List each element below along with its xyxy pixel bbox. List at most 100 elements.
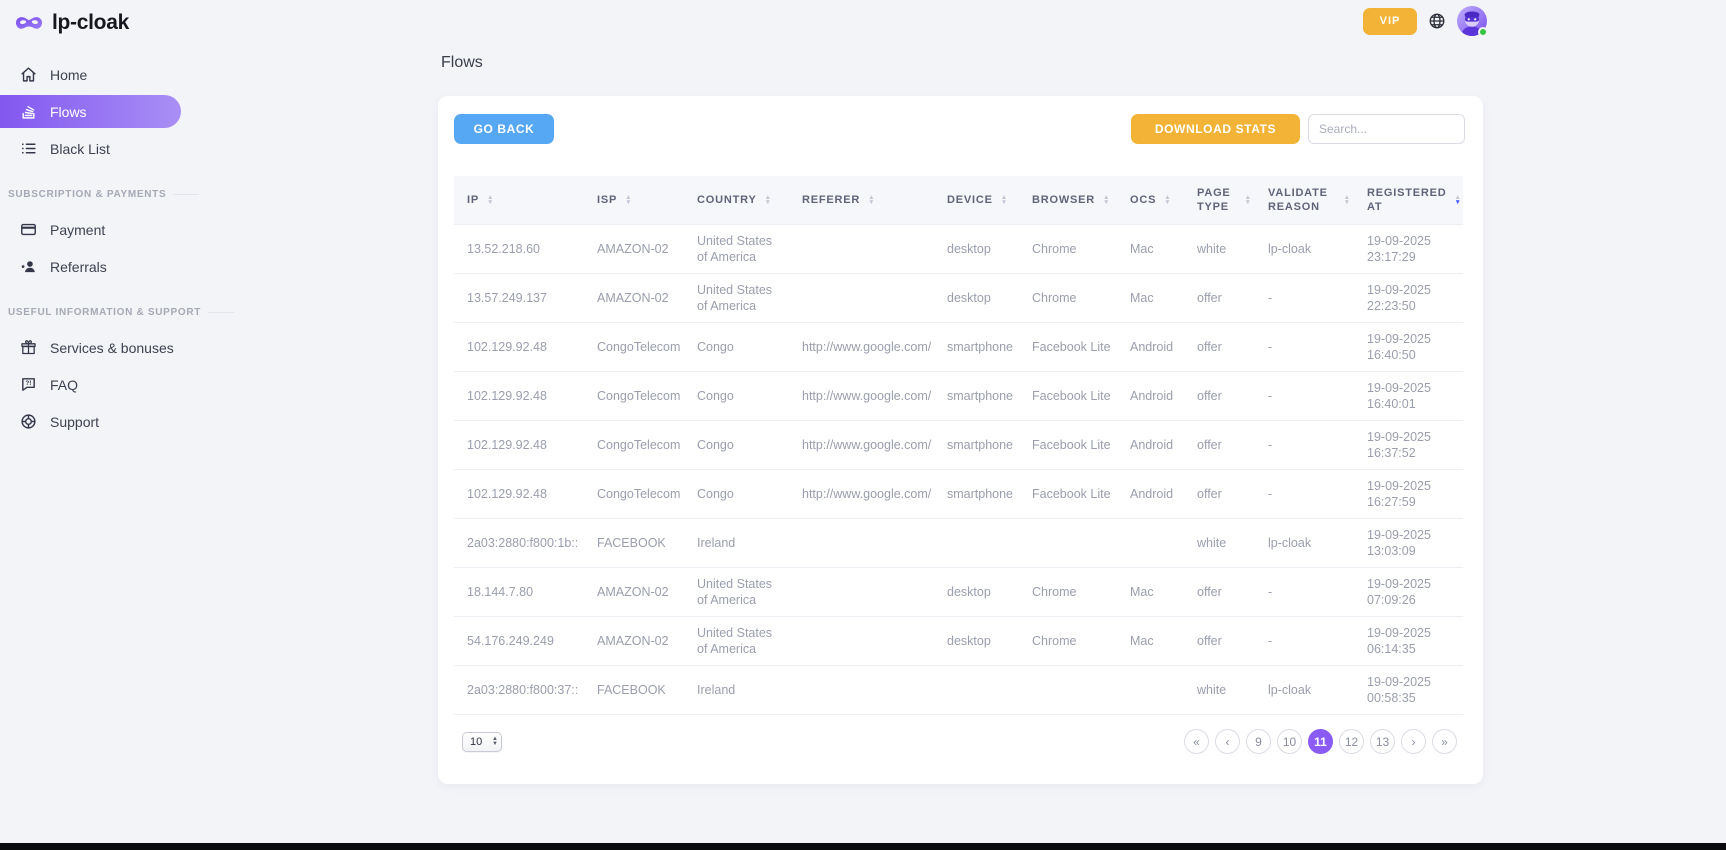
cell: United States of America <box>684 567 789 616</box>
sidebar-item-black-list[interactable]: Black List <box>0 132 205 165</box>
column-header-country[interactable]: COUNTRY▲▼ <box>684 176 789 224</box>
cell: smartphone <box>934 469 1019 518</box>
vip-button[interactable]: VIP <box>1363 8 1417 35</box>
column-header-referer[interactable]: REFERER▲▼ <box>789 176 934 224</box>
faq-icon: ?! <box>19 376 37 394</box>
next-page-button[interactable]: › <box>1401 729 1426 754</box>
online-status-dot <box>1478 27 1488 37</box>
cell: Chrome <box>1019 616 1117 665</box>
sort-icon[interactable]: ▲▼ <box>1001 195 1007 205</box>
sidebar-item-services-bonuses[interactable]: Services & bonuses <box>0 331 205 364</box>
cell: - <box>1255 567 1354 616</box>
cell: CongoTelecom <box>584 371 684 420</box>
sort-icon[interactable]: ▲▼ <box>1164 195 1170 205</box>
sort-icon[interactable]: ▲▼ <box>1103 195 1109 205</box>
cell: Congo <box>684 469 789 518</box>
globe-icon[interactable] <box>1428 12 1446 30</box>
cell: - <box>1255 420 1354 469</box>
cell: Ireland <box>684 665 789 714</box>
last-page-button[interactable]: » <box>1432 729 1457 754</box>
first-page-button[interactable]: « <box>1184 729 1209 754</box>
column-header-page-type[interactable]: PAGE TYPE ▲▼ <box>1184 176 1255 224</box>
cell <box>789 665 934 714</box>
cell: 19-09-2025 00:58:35 <box>1354 665 1463 714</box>
sidebar-item-flows[interactable]: Flows <box>0 95 181 128</box>
cell: Congo <box>684 420 789 469</box>
column-header-browser[interactable]: BROWSER ▲▼ <box>1019 176 1117 224</box>
page-button-13[interactable]: 13 <box>1370 729 1395 754</box>
per-page-select[interactable]: 10 ▲▼ <box>462 732 502 752</box>
cell: AMAZON-02 <box>584 224 684 273</box>
cell <box>789 224 934 273</box>
section-divider <box>173 194 199 195</box>
column-header-isp[interactable]: ISP▲▼ <box>584 176 684 224</box>
prev-page-button[interactable]: ‹ <box>1215 729 1240 754</box>
cell: United States of America <box>684 273 789 322</box>
cell: 102.129.92.48 <box>454 469 584 518</box>
sidebar-item-home[interactable]: Home <box>0 58 205 91</box>
blacklist-icon <box>19 140 37 158</box>
sort-icon[interactable]: ▲▼ <box>487 195 493 205</box>
cell: Facebook Lite <box>1019 371 1117 420</box>
select-stepper-icon: ▲▼ <box>492 737 498 747</box>
per-page-value: 10 <box>470 736 492 748</box>
page-button-10[interactable]: 10 <box>1277 729 1302 754</box>
cell: Android <box>1117 322 1184 371</box>
page-button-11[interactable]: 11 <box>1308 729 1333 754</box>
sort-icon[interactable]: ▲▼ <box>868 195 874 205</box>
sort-icon[interactable]: ▲▼ <box>625 195 631 205</box>
table-row: 13.57.249.137AMAZON-02United States of A… <box>454 273 1463 322</box>
cell: 19-09-2025 23:17:29 <box>1354 224 1463 273</box>
cell: white <box>1184 518 1255 567</box>
cell: CongoTelecom <box>584 420 684 469</box>
svg-text:?!: ?! <box>25 380 31 387</box>
cell: 19-09-2025 16:40:50 <box>1354 322 1463 371</box>
cell: smartphone <box>934 420 1019 469</box>
cell: 19-09-2025 13:03:09 <box>1354 518 1463 567</box>
cell: Chrome <box>1019 224 1117 273</box>
brand[interactable]: lp-cloak <box>15 11 129 35</box>
cell: 19-09-2025 22:23:50 <box>1354 273 1463 322</box>
cell: 54.176.249.249 <box>454 616 584 665</box>
column-header-device[interactable]: DEVICE ▲▼ <box>934 176 1019 224</box>
column-header-registered-at[interactable]: REGISTERED AT▲▼ <box>1354 176 1463 224</box>
flows-icon <box>19 103 37 121</box>
page-button-9[interactable]: 9 <box>1246 729 1271 754</box>
download-stats-button[interactable]: DOWNLOAD STATS <box>1131 114 1300 144</box>
cell: AMAZON-02 <box>584 273 684 322</box>
cell: Congo <box>684 371 789 420</box>
topbar: VIP <box>1363 5 1487 37</box>
cell: Android <box>1117 420 1184 469</box>
page-button-12[interactable]: 12 <box>1339 729 1364 754</box>
bottom-bar <box>0 843 1726 850</box>
search-input[interactable] <box>1308 114 1465 144</box>
column-header-ip[interactable]: IP▲▼ <box>454 176 584 224</box>
sidebar-item-payment[interactable]: Payment <box>0 213 205 246</box>
cell: - <box>1255 273 1354 322</box>
sort-icon[interactable]: ▲▼ <box>1344 195 1350 205</box>
sort-icon[interactable]: ▲▼ <box>765 195 771 205</box>
column-label: BROWSER <box>1032 193 1095 207</box>
cell: Facebook Lite <box>1019 469 1117 518</box>
sidebar-item-faq[interactable]: ?! FAQ <box>0 368 205 401</box>
go-back-button[interactable]: GO BACK <box>454 114 554 144</box>
column-label: DEVICE <box>947 193 993 207</box>
mask-logo-icon <box>15 15 43 32</box>
cell: 19-09-2025 06:14:35 <box>1354 616 1463 665</box>
cell: offer <box>1184 616 1255 665</box>
sort-icon[interactable]: ▲▼ <box>1455 195 1461 205</box>
avatar[interactable] <box>1457 6 1487 36</box>
cell: United States of America <box>684 616 789 665</box>
column-header-ocs[interactable]: OCS▲▼ <box>1117 176 1184 224</box>
sidebar-item-label: Black List <box>50 141 110 157</box>
cell: lp-cloak <box>1255 518 1354 567</box>
referrals-icon <box>19 258 37 276</box>
sidebar-section-support: USEFUL INFORMATION & SUPPORT <box>8 307 205 318</box>
column-label: PAGE TYPE <box>1197 186 1237 214</box>
sidebar-item-support[interactable]: Support <box>0 405 205 438</box>
table-row: 13.52.218.60AMAZON-02United States of Am… <box>454 224 1463 273</box>
cell <box>1019 665 1117 714</box>
column-header-validate-reason[interactable]: VALIDATE REASON▲▼ <box>1255 176 1354 224</box>
sidebar-item-referrals[interactable]: Referrals <box>0 250 205 283</box>
sort-icon[interactable]: ▲▼ <box>1245 195 1251 205</box>
